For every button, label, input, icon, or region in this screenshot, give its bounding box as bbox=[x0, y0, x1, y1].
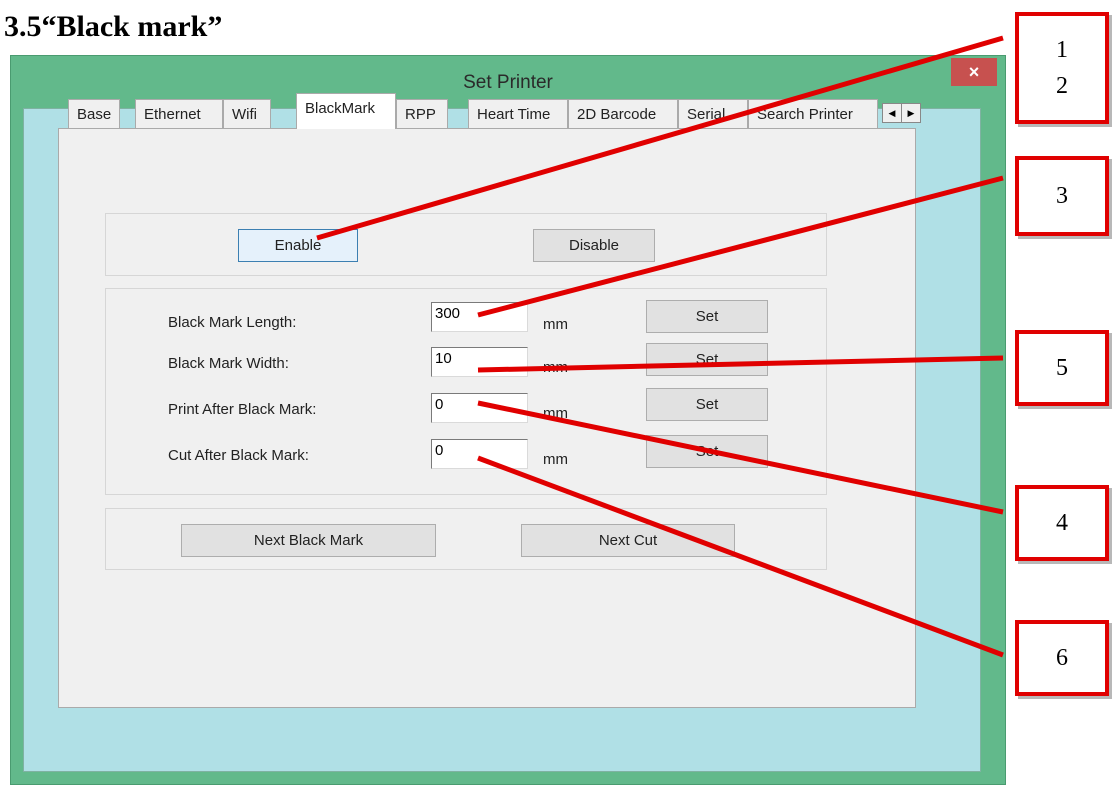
tab-label: Search Printer bbox=[757, 106, 853, 123]
callout-5: 5 bbox=[1015, 330, 1109, 406]
set-cut-after-button[interactable]: Set bbox=[646, 435, 768, 468]
enable-button[interactable]: Enable bbox=[238, 229, 358, 262]
tab-serial[interactable]: Serial bbox=[678, 99, 748, 128]
black-mark-width-input[interactable]: 10 bbox=[431, 347, 528, 377]
disable-button[interactable]: Disable bbox=[533, 229, 655, 262]
callout-4: 4 bbox=[1015, 485, 1109, 561]
set-length-button[interactable]: Set bbox=[646, 300, 768, 333]
tab-strip: Base Ethernet Wifi BlackMark RPP Heart T… bbox=[50, 93, 921, 129]
print-after-black-mark-input[interactable]: 0 bbox=[431, 393, 528, 423]
cut-after-black-mark-label: Cut After Black Mark: bbox=[168, 447, 309, 464]
blackmark-tab-panel: Enable Disable Black Mark Length: 300 mm… bbox=[58, 128, 916, 708]
callout-6: 6 bbox=[1015, 620, 1109, 696]
settings-group: Black Mark Length: 300 mm Set Black Mark… bbox=[105, 288, 827, 495]
tab-label: BlackMark bbox=[305, 100, 376, 117]
tab-label: 2D Barcode bbox=[577, 106, 657, 123]
tab-heart-time[interactable]: Heart Time bbox=[468, 99, 568, 128]
next-cut-button[interactable]: Next Cut bbox=[521, 524, 735, 557]
unit-label: mm bbox=[543, 405, 568, 422]
window-title: Set Printer bbox=[463, 72, 553, 93]
tab-label: RPP bbox=[405, 106, 436, 123]
tab-label: Heart Time bbox=[477, 106, 551, 123]
tab-ethernet[interactable]: Ethernet bbox=[135, 99, 223, 128]
cut-after-black-mark-input[interactable]: 0 bbox=[431, 439, 528, 469]
callout-3: 3 bbox=[1015, 156, 1109, 236]
callout-number: 2 bbox=[1056, 73, 1068, 99]
tab-scroll-left-icon[interactable]: ◀ bbox=[882, 103, 902, 123]
tab-search-printer[interactable]: Search Printer bbox=[748, 99, 878, 128]
tab-label: Ethernet bbox=[144, 106, 201, 123]
callout-1-2: 1 2 bbox=[1015, 12, 1109, 124]
unit-label: mm bbox=[543, 316, 568, 333]
black-mark-length-label: Black Mark Length: bbox=[168, 314, 297, 331]
next-black-mark-button[interactable]: Next Black Mark bbox=[181, 524, 436, 557]
tab-blackmark[interactable]: BlackMark bbox=[296, 93, 396, 129]
set-print-after-button[interactable]: Set bbox=[646, 388, 768, 421]
close-button[interactable]: × bbox=[951, 58, 997, 86]
unit-label: mm bbox=[543, 359, 568, 376]
actions-group: Next Black Mark Next Cut bbox=[105, 508, 827, 570]
print-after-black-mark-label: Print After Black Mark: bbox=[168, 401, 317, 418]
tab-base[interactable]: Base bbox=[68, 99, 120, 128]
tab-label: Serial bbox=[687, 106, 726, 123]
tab-rpp[interactable]: RPP bbox=[396, 99, 448, 128]
tab-wifi[interactable]: Wifi bbox=[223, 99, 271, 128]
black-mark-width-label: Black Mark Width: bbox=[168, 355, 289, 372]
set-width-button[interactable]: Set bbox=[646, 343, 768, 376]
tab-label: Base bbox=[77, 106, 112, 123]
tab-2d-barcode[interactable]: 2D Barcode bbox=[568, 99, 678, 128]
enable-group: Enable Disable bbox=[105, 213, 827, 276]
close-icon: × bbox=[968, 62, 980, 82]
unit-label: mm bbox=[543, 451, 568, 468]
document-heading: 3.5“Black mark” bbox=[4, 10, 223, 43]
tab-scroll-right-icon[interactable]: ▶ bbox=[901, 103, 921, 123]
callout-number: 1 bbox=[1056, 37, 1068, 63]
tab-label: Wifi bbox=[232, 106, 257, 123]
black-mark-length-input[interactable]: 300 bbox=[431, 302, 528, 332]
